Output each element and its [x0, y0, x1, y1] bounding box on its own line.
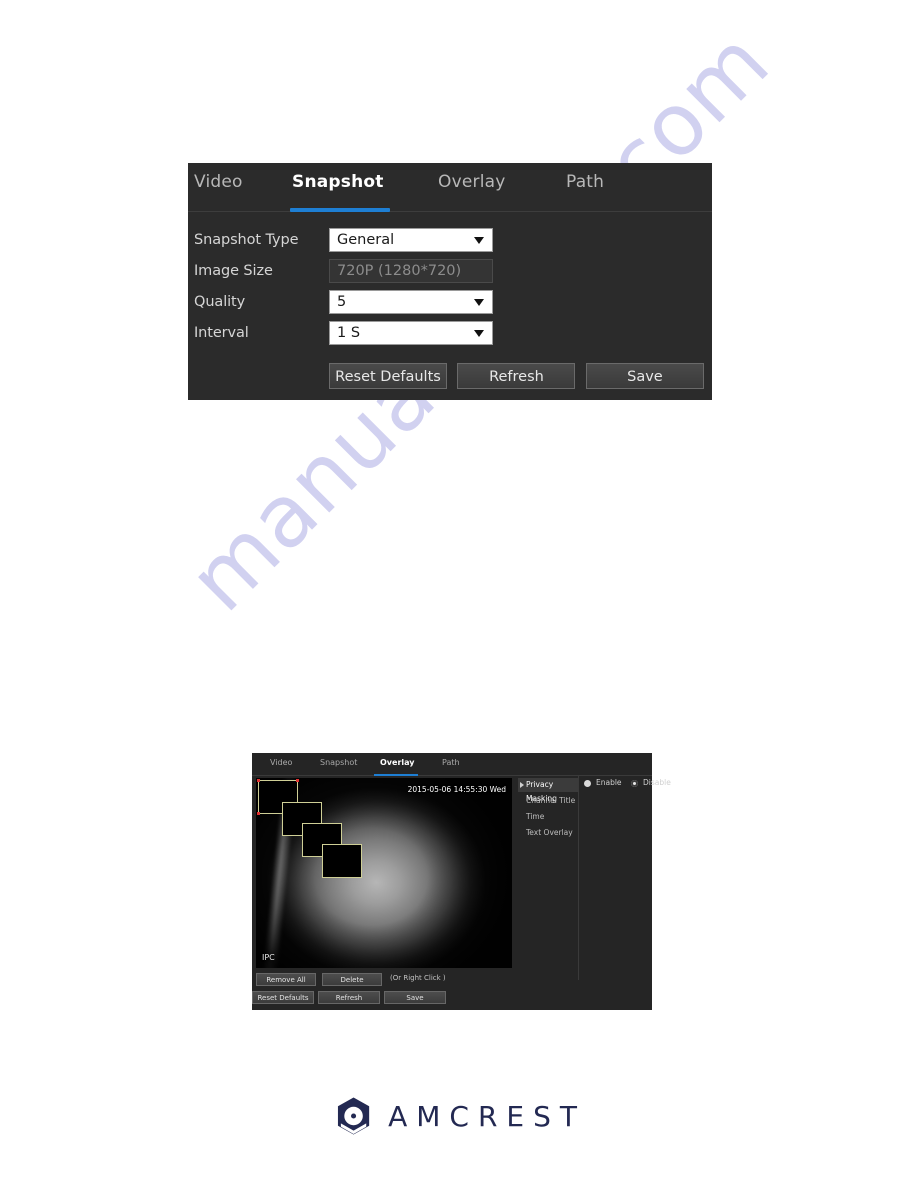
quality-select[interactable]: 5	[329, 290, 493, 314]
reset-defaults-button[interactable]: Reset Defaults	[329, 363, 447, 389]
remove-all-button[interactable]: Remove All	[256, 973, 316, 986]
field-image-size: Image Size 720P (1280*720)	[188, 259, 712, 290]
overlay-tab-overlay[interactable]: Overlay	[380, 758, 415, 767]
overlay-tab-path[interactable]: Path	[442, 758, 460, 767]
overlay-option-list: Privacy Masking Channel Title Time Text …	[518, 776, 579, 980]
refresh-button[interactable]: Refresh	[457, 363, 576, 389]
snapshot-type-value: General	[337, 232, 395, 248]
overlay-option-time[interactable]: Time	[518, 810, 578, 824]
interval-value: 1 S	[337, 325, 361, 341]
chevron-down-icon	[474, 237, 484, 244]
image-size-label: Image Size	[194, 263, 273, 279]
overlay-option-label: Time	[526, 812, 545, 821]
overlay-refresh-button[interactable]: Refresh	[318, 991, 380, 1004]
overlay-option-privacy-masking[interactable]: Privacy Masking	[518, 778, 578, 803]
enable-radio[interactable]	[584, 780, 591, 787]
field-snapshot-type: Snapshot Type General	[188, 228, 712, 259]
overlay-save-button[interactable]: Save	[384, 991, 446, 1004]
overlay-body: 2015-05-06 14:55:30 Wed IPC Privacy Mask…	[252, 776, 671, 1010]
field-interval: Interval 1 S	[188, 321, 712, 352]
snapshot-type-label: Snapshot Type	[194, 232, 299, 248]
overlay-tabbar: Video Snapshot Overlay Path	[252, 753, 652, 776]
enable-radio-label[interactable]: Enable	[596, 778, 622, 787]
amcrest-wordmark: AMCREST	[388, 1099, 586, 1133]
snapshot-tabbar: Video Snapshot Overlay Path	[188, 163, 712, 212]
field-quality: Quality 5	[188, 290, 712, 321]
mask-handle-icon[interactable]	[257, 812, 260, 815]
tab-video[interactable]: Video	[194, 172, 243, 192]
image-size-value-box: 720P (1280*720)	[329, 259, 493, 283]
tab-path[interactable]: Path	[566, 172, 604, 192]
amcrest-logo: AMCREST	[336, 1093, 586, 1139]
overlay-tab-video[interactable]: Video	[270, 758, 292, 767]
snapshot-settings-panel: Video Snapshot Overlay Path Snapshot Typ…	[188, 163, 712, 400]
disable-radio-label[interactable]: Disable	[643, 778, 671, 787]
right-click-hint: (Or Right Click )	[390, 974, 446, 982]
overlay-option-label: Channel Title	[526, 796, 576, 805]
overlay-tab-snapshot[interactable]: Snapshot	[320, 758, 357, 767]
mask-handle-icon[interactable]	[257, 779, 260, 782]
chevron-down-icon	[474, 330, 484, 337]
video-channel-title: IPC	[262, 953, 275, 962]
video-preview[interactable]: 2015-05-06 14:55:30 Wed IPC	[256, 778, 512, 968]
tab-snapshot[interactable]: Snapshot	[292, 172, 384, 192]
overlay-reset-defaults-button[interactable]: Reset Defaults	[252, 991, 314, 1004]
overlay-settings-panel: Video Snapshot Overlay Path 2015-05-06 1…	[252, 753, 671, 1010]
active-tab-underline	[290, 208, 390, 212]
overlay-option-label: Text Overlay	[526, 828, 573, 837]
overlay-option-text-overlay[interactable]: Text Overlay	[518, 826, 578, 840]
disable-radio[interactable]	[631, 780, 638, 787]
quality-value: 5	[337, 294, 347, 310]
video-timestamp: 2015-05-06 14:55:30 Wed	[407, 785, 506, 794]
quality-label: Quality	[194, 294, 246, 310]
amcrest-hex-icon	[337, 1097, 370, 1135]
snapshot-action-buttons: Reset Defaults Refresh Save	[329, 363, 710, 389]
chevron-down-icon	[474, 299, 484, 306]
caret-right-icon	[520, 782, 524, 788]
overlay-option-channel-title[interactable]: Channel Title	[518, 794, 578, 808]
tab-overlay[interactable]: Overlay	[438, 172, 506, 192]
interval-label: Interval	[194, 325, 249, 341]
snapshot-type-select[interactable]: General	[329, 228, 493, 252]
image-size-value: 720P (1280*720)	[337, 263, 462, 279]
mask-handle-icon[interactable]	[296, 779, 299, 782]
delete-mask-button[interactable]: Delete	[322, 973, 382, 986]
privacy-mask-region[interactable]	[322, 844, 362, 878]
interval-select[interactable]: 1 S	[329, 321, 493, 345]
save-button[interactable]: Save	[585, 363, 704, 389]
